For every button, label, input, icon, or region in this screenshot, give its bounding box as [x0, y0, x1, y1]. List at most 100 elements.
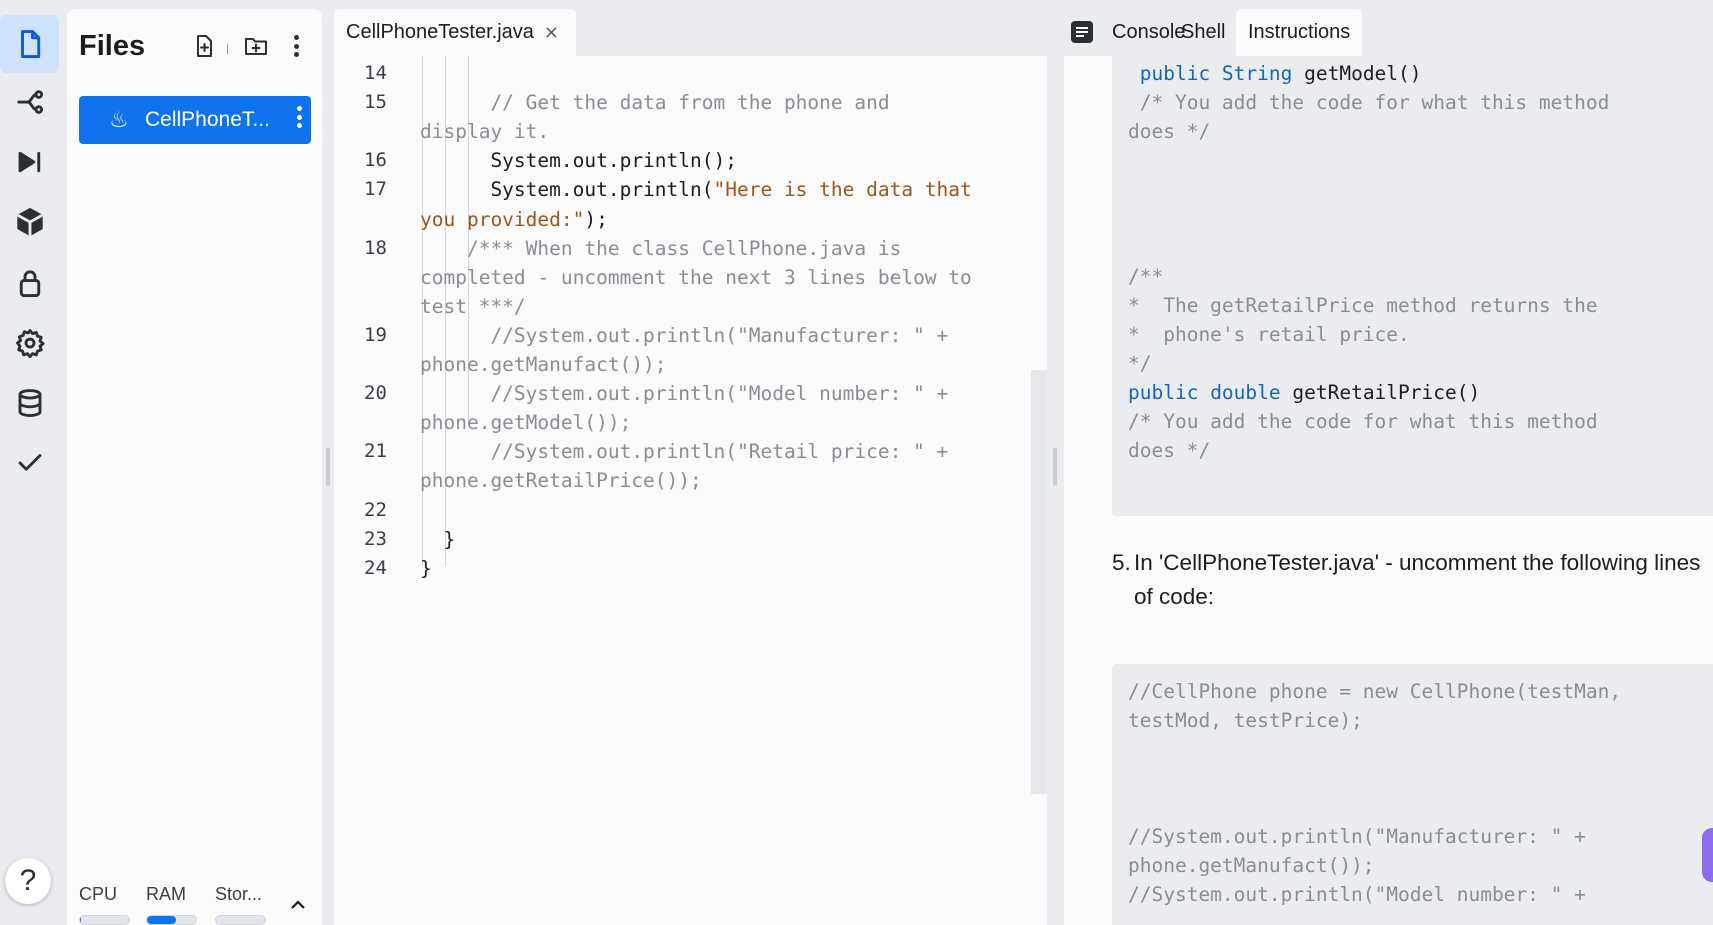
secrets-nav-button[interactable] — [0, 254, 59, 312]
code-token: } — [420, 527, 456, 551]
instructions-panel: public String getModel() /* You add the … — [1064, 56, 1713, 925]
snippet-line: //System.out.println("Model number: " + — [1128, 883, 1586, 906]
snippet-line: does */ — [1128, 120, 1210, 143]
database-nav-button[interactable] — [0, 374, 59, 432]
code-token: } — [420, 556, 432, 580]
snippet-line: * The getRetailPrice method returns the — [1128, 294, 1598, 317]
code-token: test ***/ — [420, 294, 526, 318]
new-file-button[interactable] — [191, 33, 217, 59]
file-item-menu-button[interactable] — [295, 106, 303, 134]
chevron-up-icon — [291, 900, 305, 909]
code-line: //System.out.println("Manufacturer: " + — [420, 324, 948, 347]
code-token: public — [1128, 62, 1222, 85]
cpu-usage-bar — [79, 915, 130, 925]
snippet-line: /** — [1128, 265, 1163, 288]
code-token: /* You add the code for what this method — [1128, 91, 1610, 114]
right-pane: Console Shell Instructions public String… — [1060, 9, 1713, 925]
storage-usage-bar — [215, 915, 266, 925]
file-item-cellphonetester[interactable]: ♨ CellPhoneT... — [79, 96, 311, 144]
code-token: phone.getRetailPrice()); — [420, 469, 702, 493]
files-nav-button[interactable] — [0, 15, 59, 73]
tab-shell-label: Shell — [1181, 21, 1226, 43]
database-icon — [18, 389, 41, 417]
code-snippet-block: public String getModel() /* You add the … — [1112, 56, 1713, 516]
files-menu-button[interactable] — [283, 33, 309, 59]
code-snippet-block: //CellPhone phone = new CellPhone(testMa… — [1112, 664, 1713, 925]
editor-scrollbar[interactable] — [1031, 370, 1047, 794]
more-vertical-icon — [295, 106, 303, 128]
files-panel-resize-handle[interactable] — [326, 448, 330, 486]
tab-console[interactable]: Console — [1071, 9, 1186, 56]
snippet-line: * phone's retail price. — [1128, 323, 1410, 346]
snippet-line: /* You add the code for what this method — [1128, 410, 1598, 433]
code-token: phone.getManufact()); — [1128, 854, 1375, 877]
code-line: you provided:"); — [420, 208, 608, 231]
packages-nav-button[interactable] — [0, 193, 59, 251]
code-token: //System.out.println("Retail price: " + — [420, 440, 949, 464]
snippet-line: */ — [1128, 352, 1151, 375]
code-line: System.out.println(); — [420, 149, 737, 172]
storage-label: Stor... — [215, 884, 263, 904]
code-token: * The getRetailPrice method returns the — [1128, 294, 1598, 317]
tests-nav-button[interactable] — [0, 434, 59, 492]
close-icon[interactable]: × — [544, 22, 559, 43]
tab-instructions[interactable]: Instructions — [1236, 9, 1363, 56]
snippet-line: public double getRetailPrice() — [1128, 381, 1480, 404]
settings-nav-button[interactable] — [0, 314, 59, 372]
more-vertical-icon — [293, 35, 299, 57]
code-line: /*** When the class CellPhone.java is — [420, 237, 901, 260]
cpu-label: CPU — [79, 884, 118, 904]
code-line: display it. — [420, 120, 549, 143]
snippet-line: phone.getManufact()); — [1128, 854, 1375, 877]
code-token: getModel() — [1292, 62, 1422, 85]
code-token: ); — [584, 207, 608, 231]
tab-shell[interactable]: Shell — [1181, 9, 1225, 56]
line-number: 16 — [364, 149, 387, 172]
code-editor: CellPhoneTester.java × 14 15 // Get the d… — [334, 9, 1047, 925]
code-area[interactable]: 14 15 // Get the data from the phone and d… — [334, 56, 1047, 925]
floating-action-button[interactable] — [1702, 828, 1713, 882]
right-pane-tab-bar: Console Shell Instructions — [1060, 9, 1713, 56]
code-token: you provided:" — [420, 207, 585, 231]
editor-resize-handle[interactable] — [1053, 448, 1057, 486]
code-token: /* You add the code for what this method — [1128, 410, 1598, 433]
code-line: phone.getModel()); — [420, 411, 631, 434]
document-icon — [1071, 21, 1093, 43]
code-line: } — [420, 557, 432, 580]
debugger-nav-button[interactable] — [0, 133, 59, 191]
code-token: //System.out.println("Manufacturer: " + — [420, 323, 949, 347]
code-token: does */ — [1128, 120, 1211, 143]
code-token: completed - uncomment the next 3 lines b… — [420, 265, 972, 289]
code-token: display it. — [420, 120, 550, 144]
code-line: } — [420, 528, 455, 551]
checkmark-icon — [18, 454, 41, 471]
code-token: String — [1221, 62, 1293, 85]
toolbar-divider — [227, 44, 228, 54]
help-button[interactable]: ? — [5, 858, 51, 904]
activity-bar: ? — [0, 0, 62, 925]
code-token: phone.getManufact()); — [420, 353, 667, 376]
git-branch-icon — [16, 90, 43, 114]
code-token: */ — [1128, 352, 1152, 375]
line-number: 24 — [364, 556, 387, 579]
line-number: 23 — [364, 527, 387, 550]
lock-icon — [19, 270, 40, 297]
code-line: completed - uncomment the next 3 lines b… — [420, 266, 972, 289]
tab-cellphonetester[interactable]: CellPhoneTester.java × — [334, 9, 576, 56]
code-token: testMod, testPrice); — [1128, 709, 1363, 732]
line-number: 14 — [364, 62, 387, 84]
code-token: //System.out.println("Manufacturer: " + — [1128, 825, 1586, 848]
snippet-line: does */ — [1128, 439, 1210, 462]
snippet-line: testMod, testPrice); — [1128, 709, 1363, 732]
code-token: does */ — [1128, 439, 1211, 462]
code-line: // Get the data from the phone and — [420, 91, 889, 114]
code-token: System.out.println(); — [420, 149, 737, 173]
resources-collapse-button[interactable] — [288, 895, 308, 915]
code-line: phone.getRetailPrice()); — [420, 469, 702, 492]
git-nav-button[interactable] — [0, 73, 59, 131]
run-step-icon — [18, 151, 40, 173]
new-folder-button[interactable] — [243, 33, 269, 59]
tab-console-label: Console — [1112, 21, 1186, 43]
files-panel: Files ♨ CellPhoneT... CPU RAM Stor... — [67, 9, 322, 925]
snippet-line: //CellPhone phone = new CellPhone(testMa… — [1128, 680, 1621, 703]
